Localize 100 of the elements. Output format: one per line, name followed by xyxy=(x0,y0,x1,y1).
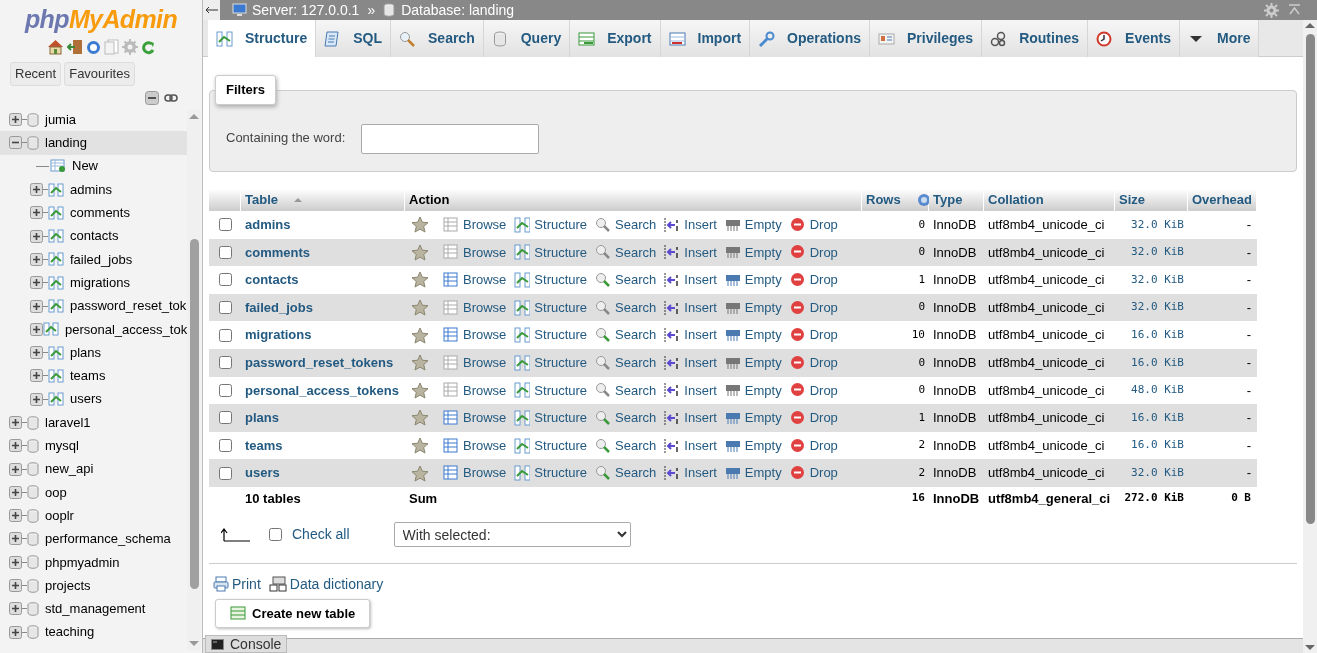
action-link[interactable]: Drop xyxy=(789,270,838,290)
action-link[interactable]: Empty xyxy=(724,215,782,235)
action-link[interactable]: Insert xyxy=(664,463,717,483)
action-link[interactable]: Search xyxy=(595,353,657,373)
table-name-link[interactable]: users xyxy=(241,463,405,483)
tab[interactable]: Operations xyxy=(750,20,870,57)
link[interactable]: Print xyxy=(213,573,261,595)
action-link[interactable]: Browse xyxy=(443,242,507,263)
action-link[interactable]: Drop xyxy=(789,463,838,483)
scrollbar[interactable] xyxy=(1303,20,1317,653)
table-name-link[interactable]: contacts xyxy=(241,270,405,290)
action-link[interactable]: Search xyxy=(595,242,657,263)
action-link[interactable]: Structure xyxy=(514,297,588,318)
link[interactable]: Data dictionary xyxy=(268,573,384,595)
table-name-link[interactable]: personal_access_tokens xyxy=(241,380,405,401)
tab[interactable]: Search xyxy=(391,20,484,57)
column-header[interactable]: Table xyxy=(241,189,405,211)
action-link[interactable]: Empty xyxy=(724,435,782,456)
tab[interactable]: More xyxy=(1179,20,1260,57)
action-link[interactable]: Structure xyxy=(514,270,588,290)
table-link[interactable]: plans xyxy=(70,342,102,363)
size-link[interactable]: 32.0 KiB xyxy=(1115,244,1188,261)
action-link[interactable]: Empty xyxy=(724,270,782,290)
row-checkbox[interactable] xyxy=(218,245,232,259)
table-link[interactable]: migrations xyxy=(70,272,130,293)
tab[interactable]: SQL xyxy=(316,20,391,57)
row-checkbox[interactable] xyxy=(218,356,232,370)
action-link[interactable]: Insert xyxy=(664,353,717,373)
search-field[interactable] xyxy=(361,124,540,154)
action-link[interactable]: Structure xyxy=(514,353,588,373)
table-name-link[interactable]: comments xyxy=(241,242,405,263)
action-link[interactable]: Empty xyxy=(724,463,782,483)
database-link[interactable]: std_management xyxy=(45,599,146,619)
table-link[interactable]: teams xyxy=(70,366,106,386)
database-link[interactable]: phpmyadmin xyxy=(45,552,120,573)
tab[interactable]: Export xyxy=(570,20,661,57)
action-link[interactable]: Insert xyxy=(664,270,717,290)
database-link[interactable]: oop xyxy=(45,482,67,503)
action-link[interactable]: Structure xyxy=(514,215,588,235)
table-name-link[interactable]: password_reset_tokens xyxy=(241,353,405,373)
action-link[interactable]: Browse xyxy=(443,380,507,401)
action-link[interactable]: Search xyxy=(595,270,657,290)
database-link[interactable]: jumia xyxy=(45,109,77,130)
row-checkbox[interactable] xyxy=(218,439,232,453)
table-link[interactable]: users xyxy=(70,389,102,409)
action-link[interactable]: Browse xyxy=(443,297,507,318)
action-link[interactable]: Insert xyxy=(664,408,717,428)
action-link[interactable]: Search xyxy=(595,408,657,428)
action-link[interactable]: Drop xyxy=(789,242,838,263)
size-link[interactable]: 48.0 KiB xyxy=(1115,382,1188,399)
action-link[interactable]: Structure xyxy=(514,463,588,483)
row-checkbox[interactable] xyxy=(218,411,232,425)
check-all-link[interactable]: Check all xyxy=(292,524,350,546)
action-link[interactable]: Empty xyxy=(724,242,782,263)
action-link[interactable]: Insert xyxy=(664,435,717,456)
with-selected-dropdown[interactable]: With selected: xyxy=(393,522,631,548)
row-checkbox[interactable] xyxy=(218,301,232,315)
size-link[interactable]: 16.0 KiB xyxy=(1115,409,1188,427)
action-link[interactable]: Search xyxy=(595,297,657,318)
row-checkbox[interactable] xyxy=(218,328,232,342)
tab[interactable]: Privileges xyxy=(870,20,983,57)
row-checkbox[interactable] xyxy=(218,466,232,480)
breadcrumb-link[interactable]: Database: landing xyxy=(401,0,515,21)
column-header[interactable]: Overhead xyxy=(1188,189,1257,211)
action-link[interactable]: Structure xyxy=(514,380,588,401)
action-link[interactable]: Structure xyxy=(514,325,588,345)
table-name-link[interactable]: migrations xyxy=(241,325,405,345)
action-link[interactable]: Structure xyxy=(514,242,588,263)
action-link[interactable]: Drop xyxy=(789,215,838,235)
create-table-button[interactable]: Create new table xyxy=(215,598,371,628)
table-name-link[interactable]: failed_jobs xyxy=(241,297,405,318)
action-link[interactable]: Drop xyxy=(789,353,838,373)
table-link[interactable]: contacts xyxy=(70,226,119,246)
action-link[interactable]: Drop xyxy=(789,325,838,345)
database-link[interactable]: new_api xyxy=(45,459,94,479)
action-link[interactable]: Empty xyxy=(724,380,782,401)
size-link[interactable]: 32.0 KiB xyxy=(1115,271,1188,289)
action-link[interactable]: Drop xyxy=(789,380,838,401)
action-link[interactable]: Insert xyxy=(664,215,717,235)
database-link[interactable]: projects xyxy=(45,575,91,596)
column-header[interactable]: Size xyxy=(1115,189,1188,211)
new-link[interactable]: New xyxy=(72,156,98,176)
database-link[interactable]: laravel1 xyxy=(45,412,91,433)
action-link[interactable]: Insert xyxy=(664,297,717,318)
table-name-link[interactable]: teams xyxy=(241,435,405,456)
action-link[interactable]: Drop xyxy=(789,297,838,318)
size-link[interactable]: 32.0 KiB xyxy=(1115,464,1188,482)
action-link[interactable]: Browse xyxy=(443,435,507,456)
console-tab[interactable]: Console xyxy=(205,635,288,653)
size-link[interactable]: 16.0 KiB xyxy=(1115,437,1188,454)
database-link[interactable]: performance_schema xyxy=(45,529,171,549)
row-checkbox[interactable] xyxy=(218,273,232,287)
database-link[interactable]: mysql xyxy=(45,436,79,456)
action-link[interactable]: Empty xyxy=(724,353,782,373)
column-header[interactable]: Rows xyxy=(862,189,929,211)
tab[interactable]: Events xyxy=(1088,20,1180,57)
table-link[interactable]: personal_access_tok xyxy=(65,319,188,340)
sidebar-button[interactable]: Recent xyxy=(10,62,62,86)
column-header[interactable]: Type xyxy=(929,189,984,211)
action-link[interactable]: Drop xyxy=(789,408,838,428)
